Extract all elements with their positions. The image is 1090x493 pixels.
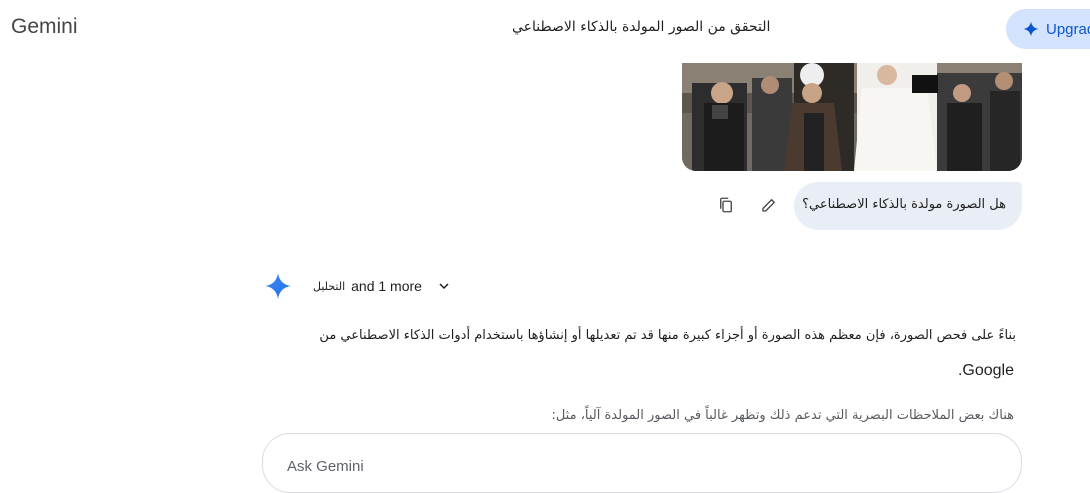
edit-button[interactable]	[757, 193, 781, 217]
chevron-down-icon	[439, 283, 449, 290]
sparkle-icon	[1023, 21, 1039, 37]
copy-icon	[720, 197, 732, 213]
copy-button[interactable]	[714, 193, 738, 217]
response-paragraph: هناك بعض الملاحظات البصرية التي تدعم ذلك…	[551, 408, 1014, 423]
tools-label: التحليل	[313, 279, 346, 293]
prompt-placeholder: Ask Gemini	[287, 458, 364, 475]
upgrade-button[interactable]: Upgrade	[1006, 9, 1090, 49]
uploaded-photo[interactable]	[682, 63, 1022, 171]
gemini-logo[interactable]: Gemini	[11, 15, 78, 39]
tools-more-label: and 1 more	[351, 278, 422, 294]
photo-thumbnail	[682, 63, 1022, 171]
response-paragraph: Google.	[957, 362, 1014, 379]
prompt-input[interactable]: Ask Gemini	[262, 433, 1022, 493]
edit-icon	[762, 199, 775, 212]
upgrade-label: Upgrade	[1046, 20, 1090, 38]
tools-dropdown[interactable]: التحليل and 1 more	[313, 278, 452, 294]
gemini-sparkle-icon	[265, 273, 291, 299]
user-message-bubble: هل الصورة مولدة بالذكاء الاصطناعي؟	[794, 182, 1022, 230]
top-bar: Gemini التحقق من الصور المولدة بالذكاء ا…	[0, 0, 1090, 58]
response-paragraph: بناءً على فحص الصورة، فإن معظم هذه الصور…	[319, 328, 1016, 343]
conversation-title[interactable]: التحقق من الصور المولدة بالذكاء الاصطناع…	[512, 19, 770, 35]
